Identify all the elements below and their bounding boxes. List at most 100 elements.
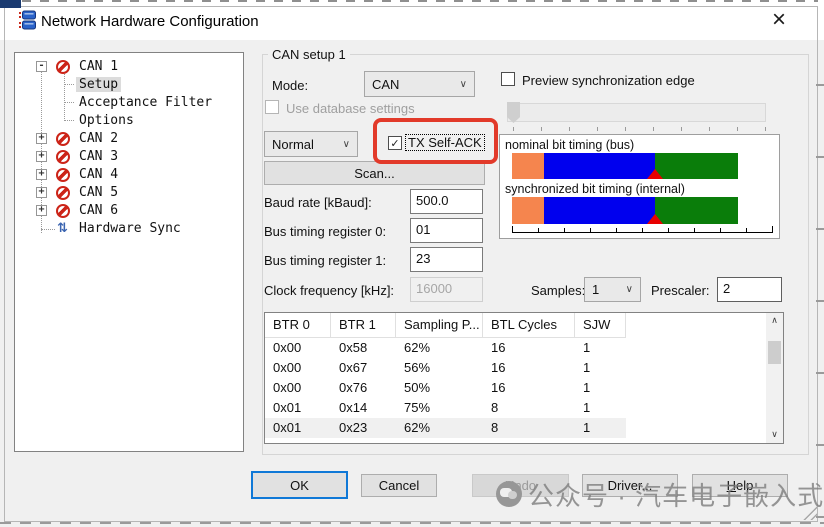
bus-timing-register0-input[interactable]: 01 bbox=[410, 218, 483, 243]
operating-mode-dropdown[interactable]: Normal ∨ bbox=[264, 131, 358, 157]
tree-item-hardware-sync[interactable]: ⇅ Hardware Sync bbox=[15, 220, 243, 238]
table-cell: 75% bbox=[404, 400, 431, 415]
column-header[interactable]: BTR 0 bbox=[265, 313, 331, 337]
help-button[interactable]: Help bbox=[692, 474, 788, 497]
column-header[interactable]: Sampling P... bbox=[396, 313, 483, 337]
prohibit-icon bbox=[56, 186, 70, 200]
tree-item-can-5[interactable]: + CAN 5 bbox=[15, 184, 243, 202]
table-row[interactable]: 0x00 0x58 62% 16 1 bbox=[265, 338, 626, 358]
expand-icon[interactable]: + bbox=[36, 151, 47, 162]
samples-dropdown[interactable]: 1 ∨ bbox=[584, 277, 641, 302]
table-cell: 0x01 bbox=[273, 400, 302, 415]
tx-self-ack-checkbox[interactable]: ✓ bbox=[388, 136, 402, 150]
column-header[interactable]: BTR 1 bbox=[331, 313, 396, 337]
ruler-tick bbox=[512, 226, 513, 233]
slider-tick bbox=[653, 127, 654, 131]
tree-item-label: Acceptance Filter bbox=[79, 95, 213, 110]
prohibit-icon bbox=[56, 204, 70, 218]
baud-rate-input[interactable]: 500.0 bbox=[410, 189, 483, 214]
help-label: elp bbox=[736, 478, 754, 493]
bus-timing-register1-label: Bus timing register 1: bbox=[264, 253, 387, 268]
samples-label: Samples: bbox=[531, 283, 586, 298]
expand-icon[interactable]: + bbox=[36, 187, 47, 198]
column-header[interactable]: SJW bbox=[575, 313, 626, 337]
tree-item-can-2[interactable]: + CAN 2 bbox=[15, 130, 243, 148]
table-cell: 0x76 bbox=[339, 380, 368, 395]
tree-item-can-1[interactable]: - CAN 1 bbox=[15, 58, 243, 76]
scroll-down-icon[interactable]: ∨ bbox=[766, 427, 783, 443]
table-cell: 0x00 bbox=[273, 360, 302, 375]
table-cell: 8 bbox=[491, 420, 499, 435]
table-scrollbar[interactable]: ∧ ∨ bbox=[766, 313, 783, 443]
tree-item-label: CAN 4 bbox=[79, 167, 119, 182]
expand-icon[interactable]: + bbox=[36, 205, 47, 216]
resize-grip[interactable] bbox=[803, 506, 817, 520]
prohibit-icon bbox=[56, 168, 70, 182]
prohibit-icon bbox=[56, 150, 70, 164]
preview-sync-edge-checkbox[interactable] bbox=[501, 72, 515, 86]
table-cell: 0x67 bbox=[339, 360, 368, 375]
table-cell: 16 bbox=[491, 380, 506, 395]
table-cell: 16 bbox=[491, 340, 506, 355]
tree-item-can-6[interactable]: + CAN 6 bbox=[15, 202, 243, 220]
chevron-down-icon: ∨ bbox=[459, 78, 467, 90]
clock-frequency-input: 16000 bbox=[410, 277, 483, 302]
collapse-icon[interactable]: - bbox=[36, 61, 47, 72]
close-button[interactable]: × bbox=[763, 6, 795, 34]
table-row[interactable]: 0x00 0x67 56% 16 1 bbox=[265, 358, 626, 378]
table-cell: 0x00 bbox=[273, 340, 302, 355]
tree-item-label: CAN 1 bbox=[79, 59, 119, 74]
ruler-tick bbox=[538, 228, 539, 233]
tree-item-label: Setup bbox=[76, 77, 122, 92]
nominal-bit-timing-bar bbox=[512, 153, 738, 179]
cancel-button[interactable]: Cancel bbox=[361, 474, 437, 497]
scrollbar-thumb[interactable] bbox=[768, 341, 781, 364]
orange-segment bbox=[512, 197, 544, 224]
expand-icon[interactable]: + bbox=[36, 133, 47, 144]
green-segment bbox=[655, 197, 738, 224]
undo-button: Undo bbox=[472, 474, 569, 497]
table-cell: 1 bbox=[583, 360, 591, 375]
slider-tick bbox=[709, 127, 710, 131]
tree-item-label: CAN 5 bbox=[79, 185, 119, 200]
tree-item-acceptance-filter[interactable]: Acceptance Filter bbox=[15, 94, 243, 112]
ruler-tick bbox=[668, 228, 669, 233]
table-cell: 0x23 bbox=[339, 420, 368, 435]
driver-button[interactable]: Driver... bbox=[582, 474, 678, 497]
tree-item-setup[interactable]: Setup bbox=[15, 76, 243, 94]
ruler-tick bbox=[746, 228, 747, 233]
tree-item-can-3[interactable]: + CAN 3 bbox=[15, 148, 243, 166]
ruler-tick bbox=[720, 228, 721, 233]
table-row[interactable]: 0x01 0x23 62% 8 1 bbox=[265, 418, 626, 438]
mode-dropdown[interactable]: CAN ∨ bbox=[364, 71, 475, 97]
table-row[interactable]: 0x01 0x14 75% 8 1 bbox=[265, 398, 626, 418]
slider-tick bbox=[597, 127, 598, 131]
table-cell: 8 bbox=[491, 400, 499, 415]
table-cell: 1 bbox=[583, 380, 591, 395]
ok-button[interactable]: OK bbox=[251, 471, 348, 499]
table-header-row: BTR 0 BTR 1 Sampling P... BTL Cycles SJW bbox=[265, 313, 626, 338]
btr-table[interactable]: BTR 0 BTR 1 Sampling P... BTL Cycles SJW 0x00… bbox=[264, 312, 784, 444]
table-cell: 0x58 bbox=[339, 340, 368, 355]
prohibit-icon bbox=[56, 60, 70, 74]
expand-icon[interactable]: + bbox=[36, 169, 47, 180]
scroll-up-icon[interactable]: ∧ bbox=[766, 313, 783, 329]
prescaler-input[interactable]: 2 bbox=[717, 277, 782, 302]
ruler-tick bbox=[564, 228, 565, 233]
slider-tick bbox=[765, 127, 766, 131]
table-cell: 0x00 bbox=[273, 380, 302, 395]
tree-item-options[interactable]: Options bbox=[15, 112, 243, 130]
column-header[interactable]: BTL Cycles bbox=[483, 313, 575, 337]
ruler-tick bbox=[642, 228, 643, 233]
check-icon: ✓ bbox=[390, 136, 400, 150]
bus-timing-register1-input[interactable]: 23 bbox=[410, 247, 483, 272]
table-cell: 50% bbox=[404, 380, 431, 395]
tree-item-label: CAN 2 bbox=[79, 131, 119, 146]
tree-item-can-4[interactable]: + CAN 4 bbox=[15, 166, 243, 184]
slider-tick bbox=[513, 127, 514, 131]
scan-button[interactable]: Scan... bbox=[264, 161, 485, 185]
channel-tree: - CAN 1 Setup Acceptance Filter Options + CAN … bbox=[14, 52, 244, 452]
table-row[interactable]: 0x00 0x76 50% 16 1 bbox=[265, 378, 626, 398]
table-cell: 62% bbox=[404, 420, 431, 435]
mode-value: CAN bbox=[372, 76, 400, 92]
